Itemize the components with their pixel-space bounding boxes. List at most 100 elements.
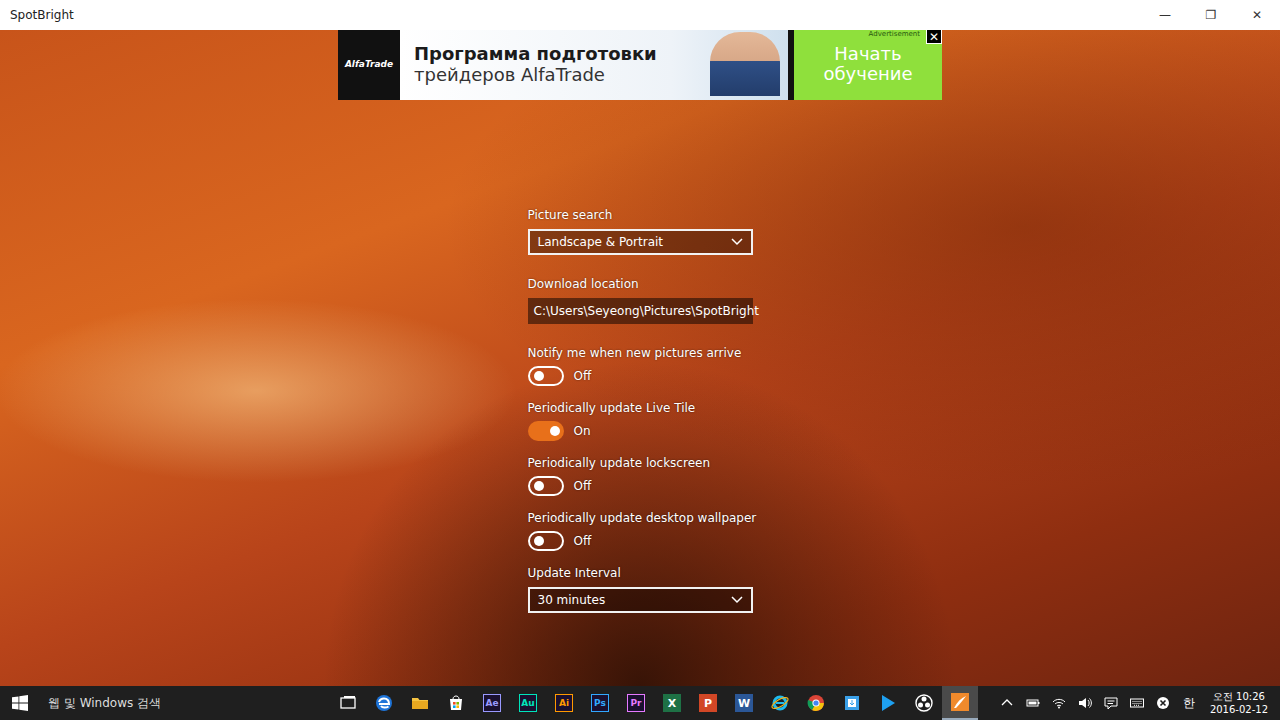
taskbar-app[interactable] — [942, 686, 978, 720]
dropdown[interactable]: 30 minutes — [528, 587, 753, 613]
download-path-field[interactable]: C:\Users\Seyeong\Pictures\SpotBright — [528, 298, 753, 324]
system-tray: 한오전 10:262016-02-12 — [994, 686, 1280, 720]
toggle-switch[interactable] — [528, 531, 564, 551]
toggle-row: Off — [528, 476, 753, 496]
taskbar-app[interactable] — [366, 686, 402, 720]
installer-icon — [843, 694, 861, 712]
toggle-state: Off — [574, 479, 592, 493]
taskbar-app[interactable]: Ps — [582, 686, 618, 720]
taskbar-app[interactable] — [906, 686, 942, 720]
tray-item[interactable] — [1098, 686, 1124, 720]
toggle-knob — [534, 481, 544, 491]
search-box[interactable]: 웹 및 Windows 검색 — [40, 686, 330, 720]
taskbar-app[interactable]: Ae — [474, 686, 510, 720]
maximize-button[interactable]: ❐ — [1188, 0, 1234, 30]
tray-item[interactable] — [1020, 686, 1046, 720]
office-app-icon: W — [735, 694, 753, 712]
minimize-button[interactable]: — — [1142, 0, 1188, 30]
background-photo: AlfaTrade Программа подготовкитрейдеров A… — [0, 30, 1280, 686]
ad-logo-text: AlfaTrade — [345, 59, 393, 69]
tray-item[interactable] — [1046, 686, 1072, 720]
ad-close-button[interactable]: ✕ — [926, 30, 942, 44]
ad-headline: Программа подготовки — [414, 43, 788, 64]
toggle-state: Off — [574, 534, 592, 548]
taskbar-app[interactable] — [438, 686, 474, 720]
ad-cta-button[interactable]: Начать обучение Advertisement ✕ — [794, 30, 942, 100]
clock[interactable]: 오전 10:262016-02-12 — [1202, 690, 1276, 716]
dropdown-value: Landscape & Portrait — [538, 235, 664, 249]
setting-group: Notify me when new pictures arriveOff — [528, 346, 753, 401]
chrome-icon — [807, 694, 825, 712]
clock-ampm: 오전 — [1213, 691, 1233, 702]
dropdown-value: 30 minutes — [538, 593, 606, 607]
app-letter-icon: Pr — [627, 694, 645, 712]
settings-form: Picture search Landscape & Portrait Downlo… — [528, 30, 753, 635]
ad-logo[interactable]: AlfaTrade — [338, 30, 400, 100]
ad-cta-text: Начать обучение — [808, 44, 928, 84]
setting-label: Notify me when new pictures arrive — [528, 346, 753, 361]
edge-icon — [375, 694, 393, 712]
ad-subline: трейдеров AlfaTrade — [414, 64, 788, 85]
chevron-down-icon — [731, 596, 743, 604]
taskbar-app[interactable] — [870, 686, 906, 720]
ad-banner[interactable]: AlfaTrade Программа подготовкитрейдеров A… — [338, 30, 942, 100]
tray-item[interactable] — [994, 686, 1020, 720]
keyboard-icon — [1130, 696, 1144, 710]
ad-panel[interactable]: Программа подготовкитрейдеров AlfaTrade — [400, 30, 788, 100]
obs-icon — [915, 694, 933, 712]
setting-label: Download location — [528, 277, 753, 292]
toggle-switch[interactable] — [528, 366, 564, 386]
app-letter-icon: Au — [519, 694, 537, 712]
close-button[interactable]: ✕ — [1234, 0, 1280, 30]
error-icon — [1156, 696, 1170, 710]
taskbar-app[interactable] — [762, 686, 798, 720]
window-title: SpotBright — [0, 8, 74, 22]
setting-group: Periodically update Live Tile On — [528, 401, 753, 456]
clock-date: 2016-02-12 — [1210, 703, 1268, 716]
ad-tag: Advertisement — [869, 31, 920, 39]
volume-icon — [1078, 696, 1092, 710]
taskbar-app[interactable]: X — [654, 686, 690, 720]
setting-group: Update Interval 30 minutes — [528, 566, 753, 635]
toggle-knob — [534, 536, 544, 546]
taskbar-app[interactable]: Ai — [546, 686, 582, 720]
app-letter-icon: Ae — [483, 694, 501, 712]
taskbar-app[interactable]: P — [690, 686, 726, 720]
windows-logo-icon — [12, 695, 28, 711]
wifi-icon — [1052, 696, 1066, 710]
taskbar-app[interactable]: Pr — [618, 686, 654, 720]
setting-label: Update Interval — [528, 566, 753, 581]
taskview-icon — [339, 694, 357, 712]
taskbar: 웹 및 Windows 검색 Ae Au Ai Ps Pr XPW 한오전 10:262016… — [0, 686, 1280, 720]
taskbar-app[interactable] — [402, 686, 438, 720]
setting-group: Periodically update lockscreen Off — [528, 456, 753, 511]
taskbar-app[interactable]: Au — [510, 686, 546, 720]
setting-label: Picture search — [528, 208, 753, 223]
taskbar-app[interactable] — [798, 686, 834, 720]
chevron-down-icon — [731, 238, 743, 246]
setting-group: Download location C:\Users\Seyeong\Pictur… — [528, 277, 753, 346]
pinned-apps: Ae Au Ai Ps Pr XPW — [330, 686, 978, 720]
tray-item[interactable] — [1124, 686, 1150, 720]
taskbar-app[interactable] — [330, 686, 366, 720]
app-letter-icon: Ps — [591, 694, 609, 712]
setting-group: Picture search Landscape & Portrait — [528, 208, 753, 277]
toggle-switch[interactable] — [528, 421, 564, 441]
ime-indicator[interactable]: 한 — [1176, 686, 1202, 720]
toggle-knob — [550, 426, 560, 436]
toggle-switch[interactable] — [528, 476, 564, 496]
taskbar-app[interactable] — [834, 686, 870, 720]
play-icon — [879, 694, 897, 712]
office-app-icon: P — [699, 694, 717, 712]
start-button[interactable] — [0, 686, 40, 720]
spotbright-icon — [951, 693, 969, 711]
taskbar-app[interactable]: W — [726, 686, 762, 720]
toggle-row: On — [528, 421, 753, 441]
toggle-knob — [534, 371, 544, 381]
path-value: C:\Users\Seyeong\Pictures\SpotBright — [534, 304, 759, 318]
setting-label: Periodically update lockscreen — [528, 456, 753, 471]
dropdown[interactable]: Landscape & Portrait — [528, 229, 753, 255]
tray-item[interactable] — [1072, 686, 1098, 720]
tray-item[interactable] — [1150, 686, 1176, 720]
setting-label: Periodically update Live Tile — [528, 401, 753, 416]
